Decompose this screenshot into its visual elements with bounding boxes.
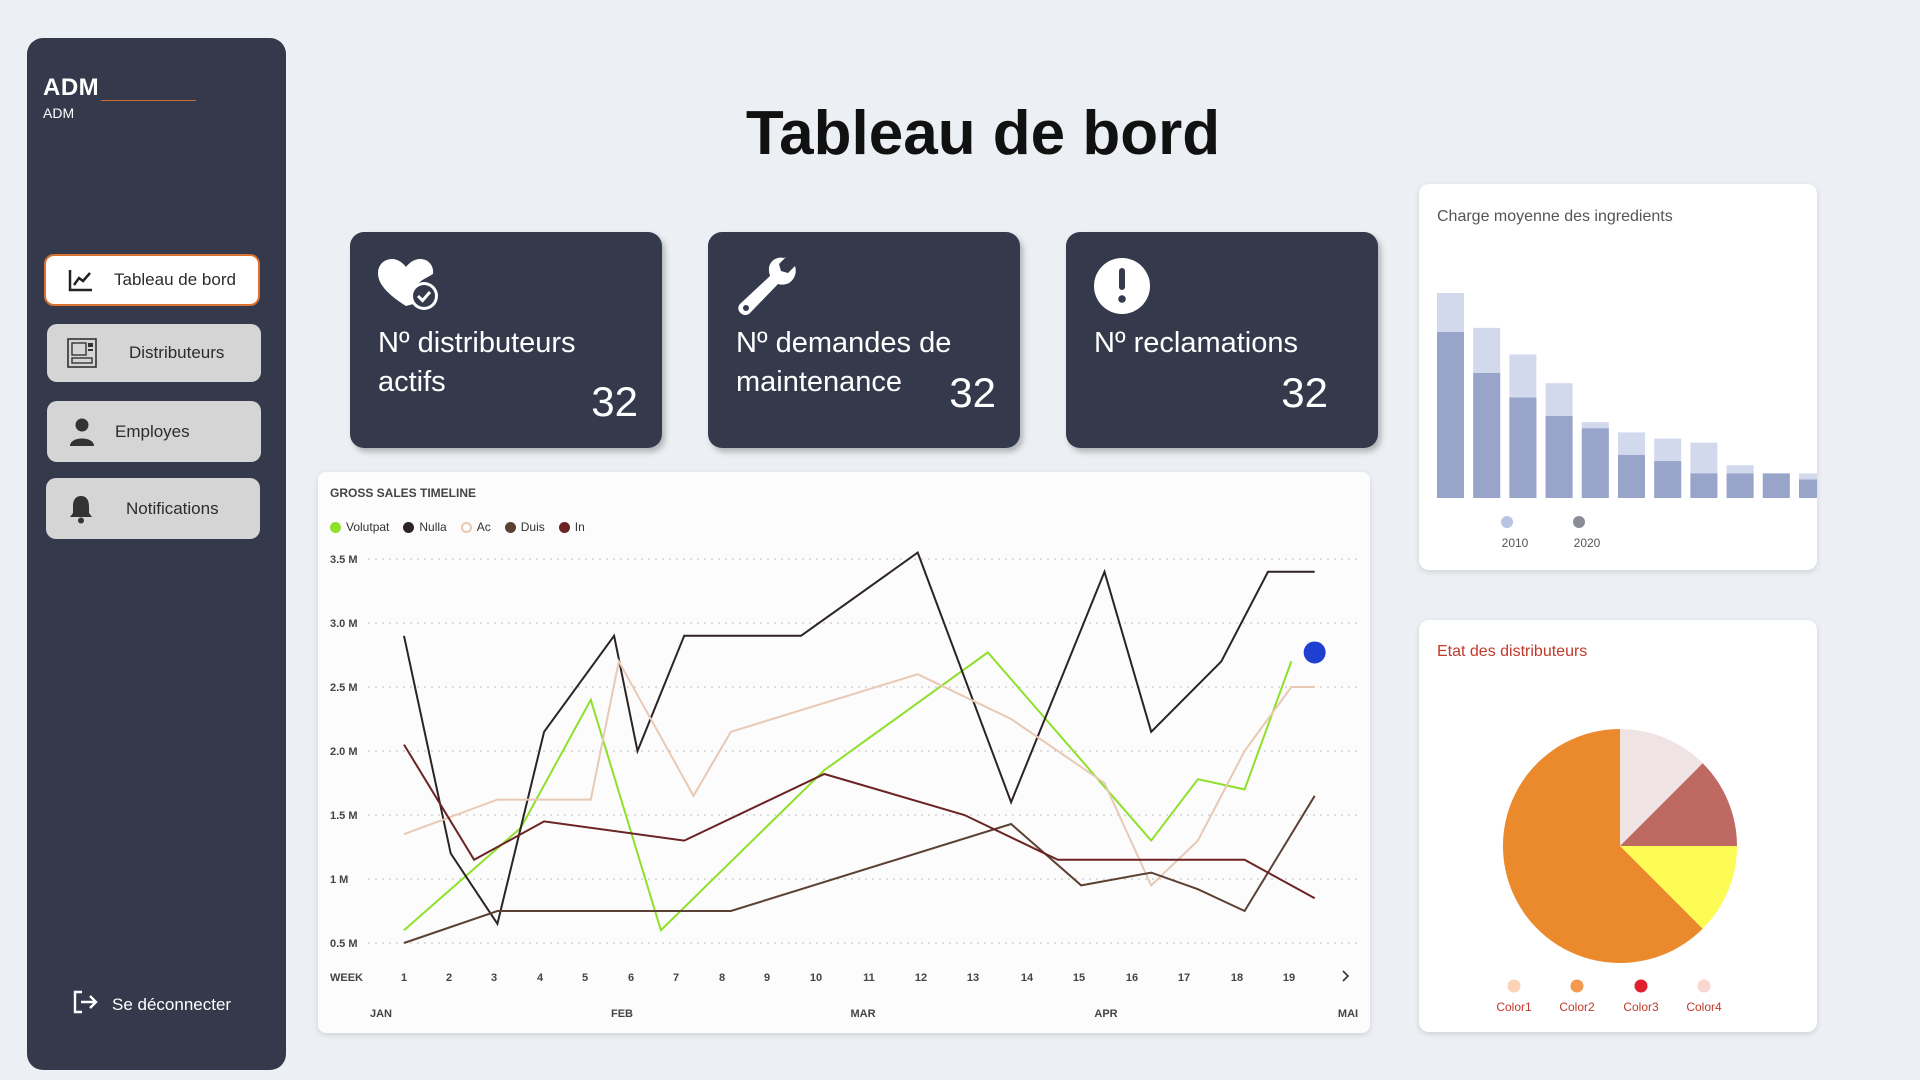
bar (1437, 331, 1464, 498)
pie-chart: Color1 Color2 Color3 Color4 (1496, 729, 1737, 1014)
heart-check-icon (376, 254, 440, 318)
series-line (403, 551, 1315, 927)
x-tick-label: 1 (401, 972, 407, 984)
sidebar-item-employes[interactable]: Employes (47, 401, 261, 462)
bar (1618, 454, 1645, 498)
sidebar-item-distributeurs[interactable]: Distributeurs (47, 324, 261, 382)
stat-card-reclamations: Nº reclamations 32 (1066, 232, 1378, 448)
y-tick-label: 2.0 M (330, 746, 358, 758)
month-label: MAR (850, 1008, 875, 1020)
series-line (403, 795, 1316, 944)
x-tick-label: 18 (1231, 972, 1243, 984)
bell-icon (64, 492, 98, 526)
chevron-right-icon[interactable] (1342, 970, 1350, 982)
sidebar-item-notifications[interactable]: Notifications (46, 478, 260, 539)
bar (1762, 473, 1790, 498)
legend-dot (1697, 979, 1711, 993)
legend-label: 2020 (1574, 536, 1601, 550)
sidebar-item-tableau-de-bord[interactable]: Tableau de bord (44, 254, 260, 306)
y-tick-label: 1.5 M (330, 810, 358, 822)
card-label: Nº reclamations (1094, 327, 1298, 359)
chart-line-icon (64, 263, 98, 297)
bar (1690, 473, 1718, 498)
legend-label: Color2 (1559, 1000, 1595, 1014)
legend-label: Color3 (1623, 1000, 1659, 1014)
stat-card-distributeurs: Nº distributeurs actifs 32 (350, 232, 662, 448)
bar (1509, 397, 1537, 498)
legend-label: Color1 (1496, 1000, 1532, 1014)
logout-label: Se déconnecter (112, 994, 232, 1014)
legend-dot (1507, 979, 1521, 993)
bar (1654, 461, 1682, 498)
x-tick-label: 17 (1178, 972, 1190, 984)
line-chart: 3.5 M3.0 M2.5 M2.0 M1.5 M1 M0.5 MWEEK 1 2 3… (330, 551, 1358, 1020)
x-tick-label: 3 (491, 972, 497, 984)
x-tick-label: 4 (537, 972, 544, 984)
card-value: 32 (1281, 369, 1328, 416)
sidebar-item-label: Tableau de bord (114, 270, 236, 289)
legend-dot (1501, 516, 1513, 528)
legend-dot (1573, 516, 1585, 528)
x-tick-label: 9 (764, 972, 770, 984)
bar (1473, 372, 1501, 498)
gross-sales-panel: GROSS SALES TIMELINE Volutpat Nulla Ac Duis… (318, 472, 1370, 1033)
person-icon (65, 415, 99, 449)
sidebar (27, 38, 286, 1070)
x-tick-label: 15 (1073, 972, 1085, 984)
x-tick-label: 11 (863, 972, 875, 984)
logout-icon (72, 990, 98, 1019)
bar-chart: 2010 2020 (1437, 293, 1817, 550)
x-tick-label: 13 (967, 972, 979, 984)
x-tick-label: 14 (1021, 972, 1034, 984)
highlight-point (1303, 641, 1326, 664)
bar (1726, 473, 1754, 498)
bar (1799, 479, 1817, 498)
bar (1581, 428, 1609, 498)
legend-dot (1570, 979, 1584, 993)
month-label: FEB (611, 1008, 633, 1020)
vending-machine-icon (65, 336, 99, 370)
x-tick-label: 19 (1283, 972, 1295, 984)
x-tick-label: 12 (915, 972, 927, 984)
x-tick-label: 16 (1126, 972, 1138, 984)
sidebar-item-label: Distributeurs (129, 343, 225, 362)
month-label: JAN (370, 1008, 392, 1020)
x-tick-label: 7 (673, 972, 679, 984)
x-tick-label: 6 (628, 972, 634, 984)
month-label: APR (1094, 1008, 1117, 1020)
exclamation-circle-icon (1092, 254, 1156, 318)
logout-button[interactable]: Se déconnecter (72, 990, 231, 1019)
series-line (403, 744, 1316, 900)
legend-dot (1634, 979, 1648, 993)
x-tick-label: 2 (446, 972, 452, 984)
bar (1545, 416, 1573, 498)
month-label: MAI (1338, 1008, 1358, 1020)
legend-label: Color4 (1686, 1000, 1722, 1014)
stat-card-maintenance: Nº demandes de maintenance 32 (708, 232, 1020, 448)
legend-label: 2010 (1502, 536, 1529, 550)
wrench-icon (734, 254, 798, 318)
y-tick-label: 1 M (330, 874, 348, 886)
y-tick-label: 3.5 M (330, 554, 358, 566)
y-tick-label: 2.5 M (330, 682, 358, 694)
ingredients-panel: Charge moyenne des ingredients 2010 2020 (1419, 184, 1817, 570)
x-axis-label: WEEK (330, 972, 363, 984)
sidebar-item-label: Notifications (126, 498, 219, 518)
sidebar-item-label: Employes (115, 421, 190, 441)
x-tick-label: 8 (719, 972, 725, 984)
x-tick-label: 5 (582, 972, 588, 984)
y-tick-label: 0.5 M (330, 938, 358, 950)
x-tick-label: 10 (810, 972, 822, 984)
card-value: 32 (949, 369, 996, 416)
series-line (403, 658, 1315, 888)
distributeurs-state-panel: Etat des distributeurs Color1 Color2 Color… (1419, 620, 1817, 1032)
page-title: Tableau de bord (745, 99, 1221, 168)
y-tick-label: 3.0 M (330, 618, 358, 630)
series-line (403, 651, 1293, 933)
card-value: 32 (591, 378, 638, 425)
